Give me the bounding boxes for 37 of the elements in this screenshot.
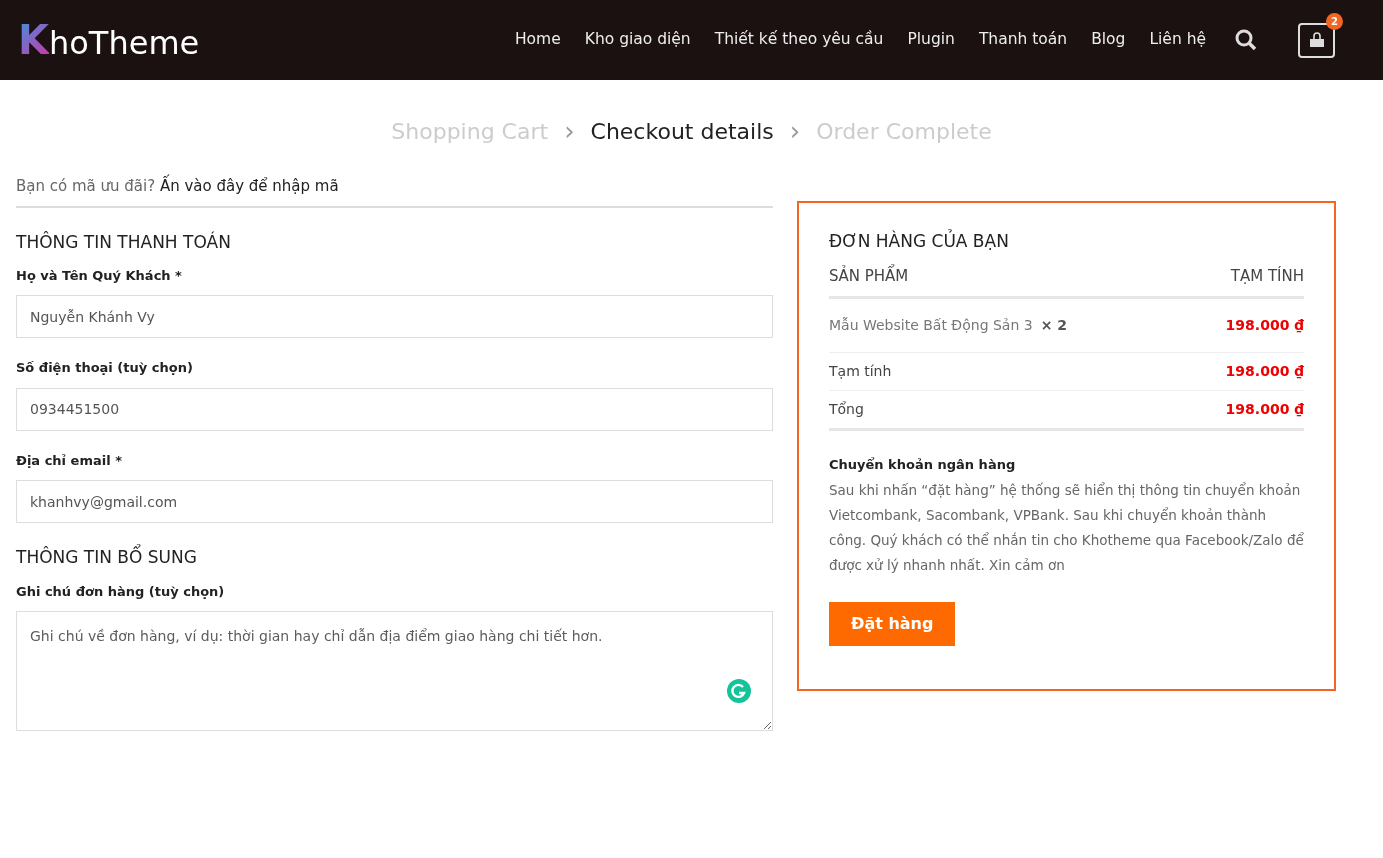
shopping-bag-icon (1307, 31, 1326, 49)
input-field[interactable]: khanhvy@gmail.com (16, 480, 773, 524)
price: 198.000 ₫ (1225, 399, 1304, 419)
nav-link[interactable]: Thanh toán (978, 28, 1068, 52)
nav-link[interactable]: Plugin (907, 28, 955, 52)
input-field[interactable]: 0934451500 (16, 387, 773, 431)
nav-link[interactable]: Kho giao diện (584, 28, 691, 52)
nav-link[interactable]: Liên hệ (1149, 28, 1206, 52)
field-label: Họ và Tên Quý Khách * (16, 266, 183, 285)
order-title: ĐƠN HÀNG CỦA BẠN (829, 231, 1010, 252)
nav-link[interactable]: Thiết kế theo yêu cầu (714, 28, 884, 52)
coupon-text: Bạn có mã ưu đãi? Ấn vào đây để nhập mã (16, 175, 773, 208)
field-label: Ghi chú đơn hàng (tuỳ chọn) (16, 582, 226, 601)
grammar-check-icon[interactable] (727, 679, 751, 704)
logo[interactable]: KhoTheme (18, 10, 200, 70)
section-title: THÔNG TIN THANH TOÁN (16, 231, 232, 252)
payment-method-title: Chuyển khoản ngân hàng (829, 455, 1017, 474)
search-icon[interactable] (1234, 28, 1258, 52)
product-quantity: × 2 (1040, 315, 1068, 335)
price: 198.000 ₫ (1225, 361, 1304, 381)
total-label: Tạm tính (829, 361, 892, 381)
checkout-step[interactable]: Checkout details (590, 115, 774, 148)
breadcrumb-separator: › (789, 115, 801, 148)
column-header: TẠM TÍNH (1230, 265, 1304, 288)
input-field[interactable]: Nguyễn Khánh Vy (16, 295, 773, 339)
price: 198.000 ₫ (1225, 315, 1304, 335)
nav-link[interactable]: Home (514, 28, 561, 52)
column-header: SẢN PHẨM (829, 265, 909, 288)
product-name: Mẫu Website Bất Động Sản 3 (829, 315, 1033, 335)
cart-count-badge: 2 (1326, 12, 1343, 30)
nav-link[interactable]: Blog (1091, 28, 1126, 52)
order-notes-field[interactable]: Ghi chú về đơn hàng, ví dụ: thời gian hay chỉ dẫn địa điểm giao hàng chi tiết hơn. (16, 611, 773, 732)
breadcrumb-separator: › (564, 115, 575, 148)
total-label: Tổng (829, 399, 864, 419)
field-label: Địa chỉ email * (16, 451, 123, 470)
payment-description: Sau khi nhấn “đặt hàng” hệ thống sẽ hiển thị thông tin chuyển khoản Vietcombank, Sacombank, VPBank. Sau khi chuyển khoản thành công. Quý khách có thể nhắn tin cho Khotheme qua Facebook/Zalo để được xử lý nhanh nhất. Xin cảm ơn (829, 481, 1304, 576)
field-label: Số điện thoại (tuỳ chọn) (16, 359, 194, 378)
